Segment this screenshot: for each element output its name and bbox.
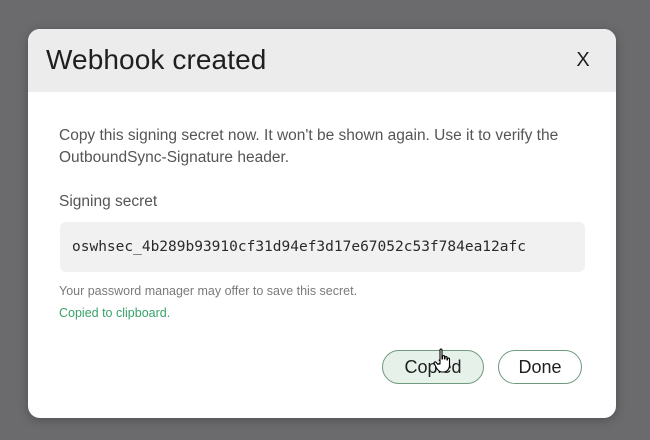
signing-secret-value[interactable]: oswhsec_4b289b93910cf31d94ef3d17e67052c5… (72, 222, 526, 272)
signing-secret-label: Signing secret (59, 193, 158, 210)
password-manager-hint: Your password manager may offer to save … (59, 284, 358, 298)
webhook-created-dialog: Webhook created X Copy this signing secr… (28, 29, 616, 418)
copied-status-text: Copied to clipboard. (59, 306, 171, 320)
done-button[interactable]: Done (498, 350, 582, 384)
signing-secret-field[interactable]: oswhsec_4b289b93910cf31d94ef3d17e67052c5… (60, 222, 585, 272)
dialog-title: Webhook created (46, 44, 267, 75)
dialog-header: Webhook created X (28, 29, 616, 92)
close-button[interactable]: X (572, 47, 594, 73)
dialog-description: Copy this signing secret now. It won't b… (59, 127, 559, 166)
hand-pointer-icon (433, 348, 451, 373)
